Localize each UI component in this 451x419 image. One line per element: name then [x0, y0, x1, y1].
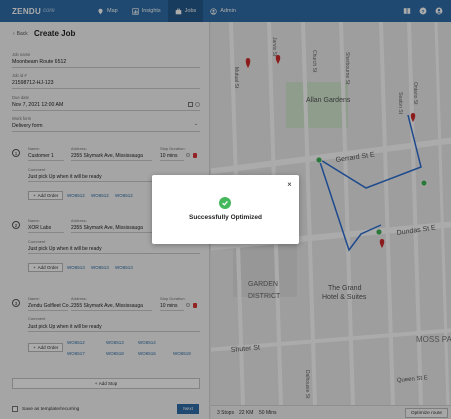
check-circle-icon	[219, 197, 231, 209]
success-dialog: × Successfully Optimized	[152, 175, 299, 244]
success-message: Successfully Optimized	[189, 214, 262, 221]
close-icon[interactable]: ×	[286, 181, 293, 189]
